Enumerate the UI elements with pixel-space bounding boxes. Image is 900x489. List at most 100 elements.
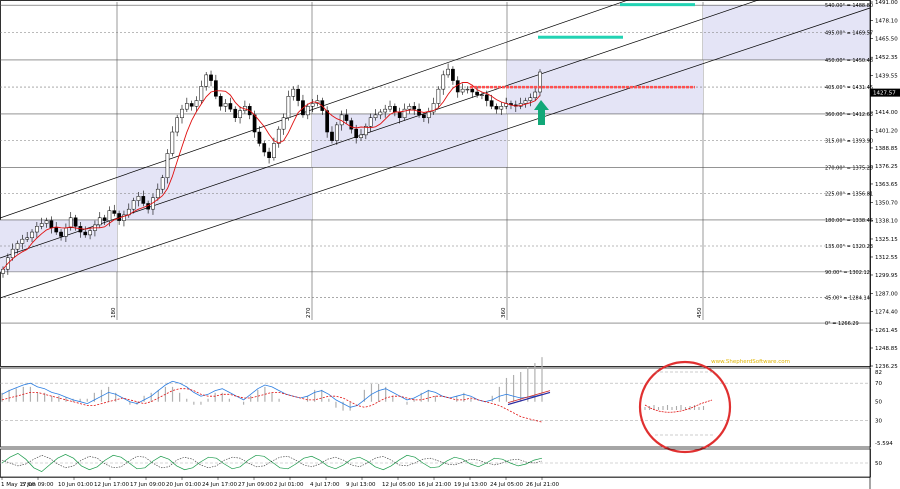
candle bbox=[431, 97, 436, 115]
current-price-label: 1427.57 bbox=[873, 91, 896, 97]
cycle-marker-label: 360 bbox=[501, 307, 507, 318]
gann-level-label: 225.00° = 1356.81 bbox=[825, 192, 873, 198]
gann-level-label: 360.00° = 1412.63 bbox=[825, 112, 873, 118]
candle-body bbox=[184, 103, 189, 110]
candle bbox=[460, 83, 465, 95]
candle-body bbox=[296, 88, 300, 101]
candle-body bbox=[73, 217, 78, 227]
candle bbox=[233, 106, 238, 123]
gann-level-label: 450.00° = 1450.48 bbox=[825, 58, 873, 64]
candle-body bbox=[344, 114, 349, 121]
price-tick-label: 1299.95 bbox=[875, 273, 898, 279]
candle-body bbox=[286, 96, 291, 118]
candle-body bbox=[354, 128, 359, 138]
time-tick-label: 4 Jul 17:00 bbox=[310, 482, 340, 488]
candle-body bbox=[412, 106, 417, 110]
indicator2-dotted-line bbox=[1, 454, 543, 469]
candle bbox=[538, 69, 542, 97]
candle bbox=[388, 100, 392, 113]
indicator1-tick-label: 82 bbox=[875, 370, 882, 376]
candle-body bbox=[39, 223, 44, 227]
candle bbox=[407, 103, 412, 114]
candle-body bbox=[102, 217, 107, 221]
indicator-panel-1: 82 70 50 30 -5.594 bbox=[0, 357, 893, 454]
candle-body bbox=[441, 74, 446, 90]
time-tick-label: 16 Jul 21:00 bbox=[418, 482, 451, 488]
price-tick-label: 1287.00 bbox=[875, 291, 898, 297]
time-tick-label: 20 Jun 01:00 bbox=[166, 482, 201, 488]
candle-body bbox=[97, 217, 102, 226]
indicator1-tick-label: 30 bbox=[875, 418, 882, 424]
candle-body bbox=[538, 71, 542, 93]
candle-body bbox=[49, 220, 54, 229]
candle-body bbox=[349, 120, 354, 130]
candle bbox=[315, 94, 320, 107]
gann-level-label: 90.00° = 1302.12 bbox=[825, 270, 870, 276]
candle-body bbox=[214, 80, 218, 97]
candle-body bbox=[310, 103, 315, 107]
candle-body bbox=[475, 91, 479, 96]
candle-body bbox=[388, 106, 392, 110]
candle-body bbox=[131, 200, 136, 210]
indicator-panel-2: 50 bbox=[0, 448, 882, 478]
time-tick-label: 24 Jul 05:00 bbox=[490, 482, 523, 488]
candle bbox=[170, 126, 175, 157]
time-tick-label: 27 Jun 09:00 bbox=[238, 482, 273, 488]
candle-body bbox=[451, 68, 455, 81]
candle bbox=[184, 97, 189, 113]
price-tick-label: 1261.45 bbox=[875, 328, 898, 334]
price-tick-label: 1350.70 bbox=[875, 200, 898, 206]
candle bbox=[446, 63, 450, 78]
price-tick-label: 1478.10 bbox=[875, 18, 898, 24]
candle-body bbox=[465, 88, 470, 91]
price-tick-label: 1491.00 bbox=[875, 0, 898, 6]
candle-body bbox=[68, 217, 73, 229]
candle-body bbox=[436, 88, 441, 104]
candle-body bbox=[233, 108, 238, 118]
cycle-marker-label: 450 bbox=[697, 307, 703, 318]
gann-level-label: 135.00° = 1320.23 bbox=[825, 244, 873, 250]
gann-level-label: 180.00° = 1338.46 bbox=[825, 218, 873, 224]
gann-box bbox=[117, 167, 312, 220]
candle bbox=[281, 113, 286, 135]
channel-line bbox=[0, 7, 871, 299]
candle-body bbox=[272, 143, 276, 158]
candle-body bbox=[83, 231, 88, 236]
gann-level-label: 270.00° = 1375.29 bbox=[825, 165, 873, 171]
candle-body bbox=[155, 188, 160, 199]
candle bbox=[441, 70, 446, 95]
price-tick-label: 1465.50 bbox=[875, 36, 898, 42]
candle bbox=[286, 90, 291, 121]
candle-body bbox=[1, 268, 5, 274]
time-tick-label: 10 Jun 01:00 bbox=[58, 482, 93, 488]
time-tick-label: 19 Jul 13:00 bbox=[454, 482, 487, 488]
watermark-text: www.ShepherdSoftware.com bbox=[711, 359, 790, 365]
candle-body bbox=[165, 153, 170, 178]
candle-body bbox=[199, 86, 204, 101]
zoom-red-line bbox=[644, 399, 713, 413]
candle bbox=[267, 147, 271, 164]
candle-body bbox=[407, 106, 412, 110]
candle-body bbox=[446, 68, 450, 76]
candle bbox=[494, 103, 499, 114]
candle-body bbox=[180, 108, 184, 118]
candle-body bbox=[44, 220, 49, 224]
candle bbox=[436, 86, 441, 108]
candle-body bbox=[426, 111, 431, 118]
candle-body bbox=[170, 131, 175, 154]
price-tick-label: 1325.15 bbox=[875, 237, 898, 243]
candle-body bbox=[107, 210, 112, 221]
time-tick-label: 12 Jul 05:00 bbox=[382, 482, 415, 488]
candle bbox=[243, 100, 247, 114]
indicator1-tick-label: 50 bbox=[875, 400, 882, 406]
candle-body bbox=[54, 227, 59, 233]
candle-body bbox=[218, 96, 223, 107]
cycle-marker-label: 180 bbox=[111, 307, 117, 318]
candle-body bbox=[484, 94, 489, 101]
time-tick-label: 2 Jul 01:00 bbox=[274, 482, 304, 488]
candle-body bbox=[262, 143, 267, 153]
price-tick-label: 1363.65 bbox=[875, 182, 898, 188]
price-tick-label: 1312.55 bbox=[875, 255, 898, 261]
candle-body bbox=[228, 103, 233, 110]
candle-body bbox=[528, 97, 533, 101]
